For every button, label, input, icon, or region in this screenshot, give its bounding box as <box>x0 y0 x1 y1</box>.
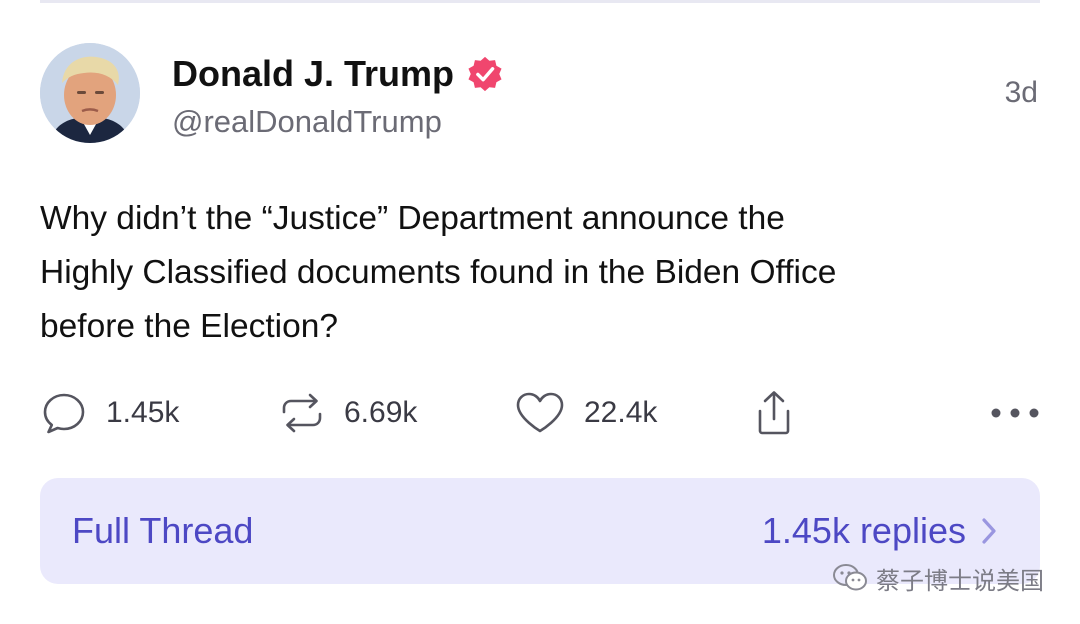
heart-icon <box>516 392 564 433</box>
avatar[interactable] <box>40 43 140 143</box>
wechat-icon <box>833 564 867 591</box>
profile-photo-icon <box>40 43 140 143</box>
full-thread-label: Full Thread <box>72 510 254 551</box>
comment-icon <box>43 393 85 434</box>
retweet-count: 6.69k <box>344 396 418 429</box>
top-divider <box>40 0 1040 3</box>
post-actions: 1.45k 6.69k 22.4k <box>40 388 1040 438</box>
author-handle[interactable]: @realDonaldTrump <box>172 104 442 140</box>
author-display-name[interactable]: Donald J. Trump <box>172 53 454 95</box>
share-button[interactable] <box>752 388 796 438</box>
post-text-line: before the Election? <box>40 308 338 345</box>
retweet-icon <box>282 393 322 433</box>
post-text-line: Highly Classified documents found in the… <box>40 254 837 291</box>
share-icon <box>758 391 790 435</box>
post-text: Why didn’t the “Justice” Department anno… <box>40 192 1040 354</box>
like-count: 22.4k <box>584 396 658 429</box>
reply-button[interactable]: 1.45k <box>40 388 179 438</box>
watermark: 蔡子博士说美国 <box>832 558 1044 598</box>
more-dots-icon <box>991 408 1039 418</box>
more-options-button[interactable] <box>990 388 1040 438</box>
watermark-text: 蔡子博士说美国 <box>876 567 1044 595</box>
thread-replies-count: 1.45k replies <box>761 510 966 551</box>
post-text-line: Why didn’t the “Justice” Department anno… <box>40 200 785 237</box>
like-button[interactable]: 22.4k <box>514 388 657 438</box>
retweet-button[interactable]: 6.69k <box>278 388 417 438</box>
chevron-right-icon <box>982 518 996 544</box>
verified-badge-icon <box>468 56 502 92</box>
author-name-row: Donald J. Trump <box>172 52 504 96</box>
post-timestamp: 3d <box>1004 76 1038 109</box>
reply-count: 1.45k <box>106 396 180 429</box>
